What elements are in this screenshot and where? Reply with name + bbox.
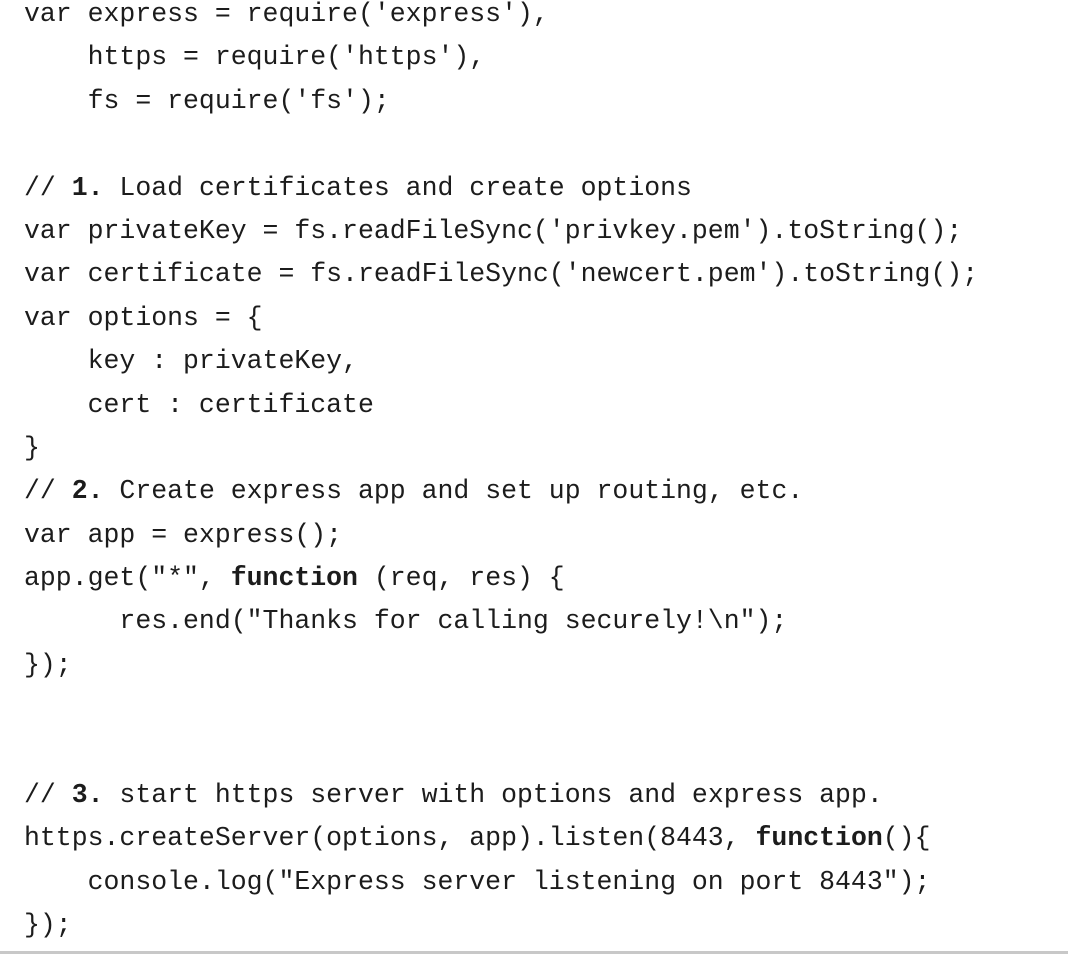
- code-line: var privateKey = fs.readFileSync('privke…: [24, 215, 963, 246]
- code-line: fs = require('fs');: [24, 85, 390, 116]
- comment-text: Load certificates and create options: [103, 172, 692, 203]
- code-page: var express = require('express'), https …: [0, 0, 1068, 954]
- step-number: 1.: [71, 172, 104, 203]
- code-line: https.createServer(options, app).listen(…: [24, 817, 978, 860]
- comment-text: Create express app and set up routing, e…: [103, 476, 804, 507]
- function-keyword: function: [230, 563, 358, 594]
- code-line: console.log("Express server listening on…: [24, 866, 931, 897]
- code-segment: (req, res) {: [357, 563, 565, 594]
- code-line: }: [24, 432, 40, 463]
- code-line: var options = {: [24, 302, 263, 333]
- code-line: cert : certificate: [24, 389, 374, 420]
- code-comment-line: // 1. Load certificates and create optio…: [24, 167, 978, 210]
- code-line: });: [24, 649, 72, 680]
- code-line: var app = express();: [24, 519, 343, 550]
- code-comment-line: // 2. Create express app and set up rout…: [24, 470, 978, 513]
- code-line: res.end("Thanks for calling securely!\n"…: [24, 606, 788, 637]
- code-line: });: [24, 910, 72, 941]
- code-segment: app.get("*",: [24, 563, 231, 594]
- comment-prefix: //: [24, 476, 72, 507]
- code-line: var express = require('express'),: [24, 0, 549, 29]
- code-line: key : privateKey,: [24, 346, 358, 377]
- comment-prefix: //: [24, 172, 72, 203]
- comment-prefix: //: [24, 780, 72, 811]
- code-listing: var express = require('express'), https …: [24, 0, 978, 948]
- comment-text: start https server with options and expr…: [103, 780, 883, 811]
- code-segment: https.createServer(options, app).listen(…: [24, 823, 756, 854]
- step-number: 2.: [71, 476, 104, 507]
- code-line: app.get("*", function (req, res) {: [24, 557, 978, 600]
- step-number: 3.: [71, 780, 104, 811]
- code-comment-line: // 3. start https server with options an…: [24, 774, 978, 817]
- function-keyword: function: [755, 823, 883, 854]
- code-segment: (){: [882, 823, 931, 854]
- code-line: var certificate = fs.readFileSync('newce…: [24, 259, 979, 290]
- code-line: https = require('https'),: [24, 42, 486, 73]
